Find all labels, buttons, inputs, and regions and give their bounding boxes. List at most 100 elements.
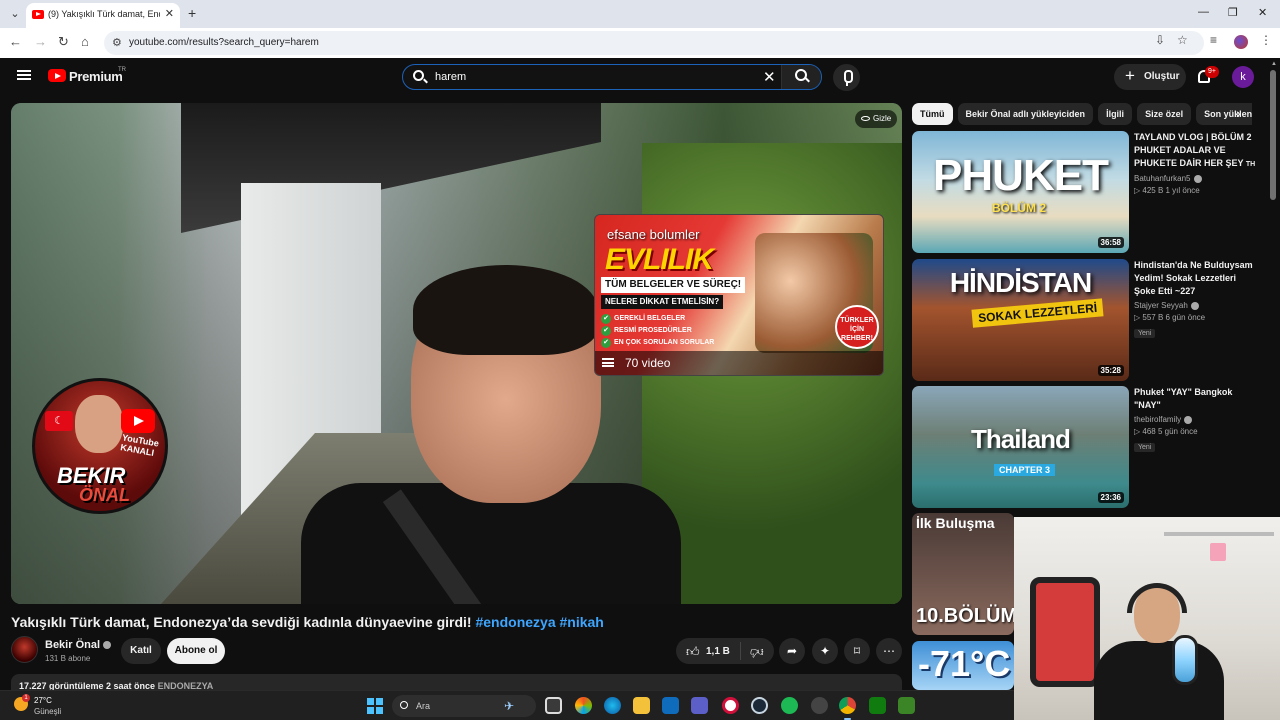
recommendation-channel-name[interactable]: Batuhanfurkan5 <box>1134 174 1191 183</box>
recommendation-card[interactable]: PHUKET BÖLÜM 2 36:58 TAYLAND VLOG | BÖLÜ… <box>912 131 1262 253</box>
close-window-button[interactable]: ✕ <box>1258 6 1267 19</box>
recommendation-thumbnail[interactable]: Thailand CHAPTER 3 23:36 <box>912 386 1129 508</box>
recommendation-thumbnail[interactable]: -71°C <box>912 641 1014 690</box>
thumb-overlay-text: -71°C <box>918 643 1011 684</box>
chip-related[interactable]: İlgili <box>1098 103 1133 125</box>
recommendation-thumbnail[interactable]: İlk Buluşma 10.BÖLÜM <box>912 513 1014 635</box>
address-bar[interactable]: ⚙ youtube.com/results?search_query=harem <box>104 31 1204 55</box>
site-info-icon[interactable]: ⚙ <box>112 36 122 49</box>
recommendation-title[interactable]: Phuket "YAY" Bangkok "NAY" <box>1134 386 1258 412</box>
ask-ai-sparkle-icon[interactable]: ✦ <box>812 638 838 664</box>
recommendation-card[interactable]: İlk Buluşma 10.BÖLÜM <box>912 513 1014 635</box>
chips-next-chevron-icon[interactable]: › <box>1236 105 1241 121</box>
thumb-overlay-text: PHUKET <box>933 151 1109 200</box>
youtube-logo-icon[interactable] <box>48 69 66 82</box>
chip-all[interactable]: Tümü <box>912 103 953 125</box>
restore-button[interactable]: ❐ <box>1228 6 1238 19</box>
clear-search-icon[interactable]: ✕ <box>763 68 776 86</box>
video-duration: 35:28 <box>1097 365 1124 376</box>
recommendation-channel-name[interactable]: thebirolfamily <box>1134 415 1181 424</box>
recommendation-info: Hindistan'da Ne Bulduysam Yedim! Sokak L… <box>1134 259 1258 340</box>
search-box[interactable]: harem ✕ <box>402 64 822 90</box>
endcard-check-item: RESMİ PROSEDÜRLER <box>601 326 692 336</box>
install-app-icon[interactable]: ⇩ <box>1155 33 1165 47</box>
channel-name-row[interactable]: Bekir Önal <box>45 639 112 651</box>
forward-arrow-icon[interactable]: → <box>34 34 47 49</box>
streamer-body <box>1094 641 1224 720</box>
channel-watermark[interactable]: ☾ YouTube KANALI BEKIR ÖNAL <box>32 378 168 514</box>
join-button[interactable]: Katıl <box>121 638 161 664</box>
edge-icon[interactable] <box>604 697 621 714</box>
new-tab-button[interactable]: + <box>188 5 196 21</box>
teams-icon[interactable] <box>691 697 708 714</box>
back-arrow-icon[interactable]: ← <box>9 34 22 49</box>
microphone-icon <box>1172 635 1198 685</box>
more-actions-icon[interactable]: ⋯ <box>876 638 902 664</box>
spotify-icon[interactable] <box>781 697 798 714</box>
media-controls-icon[interactable]: ≡ <box>1210 33 1217 47</box>
recommendation-card[interactable]: Thailand CHAPTER 3 23:36 Phuket "YAY" Ba… <box>912 386 1262 508</box>
home-icon[interactable]: ⌂ <box>81 34 89 49</box>
task-view-icon[interactable] <box>545 697 562 714</box>
xbox-icon[interactable] <box>869 697 886 714</box>
browser-profile-avatar[interactable] <box>1234 35 1248 49</box>
reload-icon[interactable]: ↻ <box>58 34 69 50</box>
minecraft-icon[interactable] <box>898 697 915 714</box>
chip-for-you[interactable]: Size özel <box>1137 103 1192 125</box>
filter-chips: Tümü Bekir Önal adlı yükleyiciden İlgili Si… <box>912 103 1252 125</box>
recommendation-title[interactable]: Hindistan'da Ne Bulduysam Yedim! Sokak L… <box>1134 259 1258 298</box>
browser-menu-icon[interactable]: ⋮ <box>1260 33 1272 47</box>
like-thumb-icon[interactable]: 👍︎ <box>686 644 700 660</box>
chip-recent[interactable]: Son yüklenenler <box>1196 103 1252 125</box>
browser-tabbar: ⌄ (9) Yakışıklı Türk damat, Endone... ✕ … <box>0 0 1280 28</box>
app-icon[interactable] <box>811 697 828 714</box>
watermark-face <box>75 395 123 453</box>
recommendation-title-text[interactable]: TAYLAND VLOG | BÖLÜM 2 PHUKET ADALAR VE … <box>1134 132 1252 168</box>
video-player[interactable]: Gizle ☾ YouTube KANALI BEKIR ÖNAL EVLILI… <box>11 103 902 604</box>
youtube-favicon-icon <box>32 10 44 19</box>
recommendation-channel-name[interactable]: Stajyer Seyyah <box>1134 301 1188 310</box>
windows-start-icon[interactable] <box>367 698 383 714</box>
youtube-header: Premium TR harem ✕ + Oluştur 9+ k <box>0 58 1280 98</box>
weather-badge: 1 <box>22 694 30 702</box>
youtube-premium-wordmark[interactable]: Premium <box>69 69 123 84</box>
like-count[interactable]: 1,1 B <box>706 646 730 657</box>
tab-search-icon[interactable]: ⌄ <box>6 5 24 23</box>
opera-icon[interactable] <box>722 697 739 714</box>
subscribe-button[interactable]: Abone ol <box>167 638 225 664</box>
thumb-overlay-sub: CHAPTER 3 <box>994 464 1056 476</box>
voice-search-mic-icon[interactable] <box>833 64 860 91</box>
recommendation-thumbnail[interactable]: PHUKET BÖLÜM 2 36:58 <box>912 131 1129 253</box>
channel-avatar[interactable] <box>11 636 38 663</box>
recommendation-card[interactable]: -71°C <box>912 641 1014 690</box>
hamburger-menu-icon[interactable] <box>17 70 31 80</box>
file-explorer-icon[interactable] <box>633 697 650 714</box>
eye-hide-icon <box>861 116 870 122</box>
minimize-button[interactable]: — <box>1198 6 1209 18</box>
account-avatar[interactable]: k <box>1232 66 1254 88</box>
chrome-icon[interactable] <box>839 697 856 720</box>
page-scrollbar[interactable] <box>1270 70 1276 200</box>
search-button[interactable] <box>781 65 821 89</box>
outlook-icon[interactable] <box>662 697 679 714</box>
save-bookmark-icon[interactable]: ⌑ <box>844 638 870 664</box>
channel-name[interactable]: Bekir Önal <box>45 639 100 651</box>
steam-icon[interactable] <box>751 697 768 714</box>
playlist-endcard[interactable]: EVLILIK efsane bolumler TÜM BELGELER VE … <box>594 214 884 376</box>
search-input[interactable]: harem <box>435 71 466 83</box>
recommendation-channel: Stajyer Seyyah <box>1134 301 1258 310</box>
scroll-up-arrow-icon[interactable]: ▲ <box>1271 61 1277 67</box>
video-hashtags[interactable]: #endonezya #nikah <box>475 614 603 630</box>
create-button[interactable]: + Oluştur <box>1114 64 1186 90</box>
copilot-icon[interactable] <box>575 697 592 714</box>
recommendation-card[interactable]: HİNDİSTAN SOKAK LEZZETLERİ 35:28 Hindist… <box>912 259 1262 381</box>
taskbar-search[interactable]: Ara ✈ <box>392 695 536 717</box>
chip-from-uploader[interactable]: Bekir Önal adlı yükleyiciden <box>957 103 1094 125</box>
dislike-thumb-icon[interactable]: 👍︎ <box>750 644 764 660</box>
recommendation-thumbnail[interactable]: HİNDİSTAN SOKAK LEZZETLERİ 35:28 <box>912 259 1129 381</box>
hide-overlay-button[interactable]: Gizle <box>855 110 898 128</box>
tab-close-icon[interactable]: ✕ <box>165 7 174 20</box>
share-icon[interactable]: ➦ <box>779 638 805 664</box>
browser-tab-active[interactable]: (9) Yakışıklı Türk damat, Endone... ✕ <box>26 3 180 28</box>
bookmark-star-icon[interactable]: ☆ <box>1177 33 1188 47</box>
